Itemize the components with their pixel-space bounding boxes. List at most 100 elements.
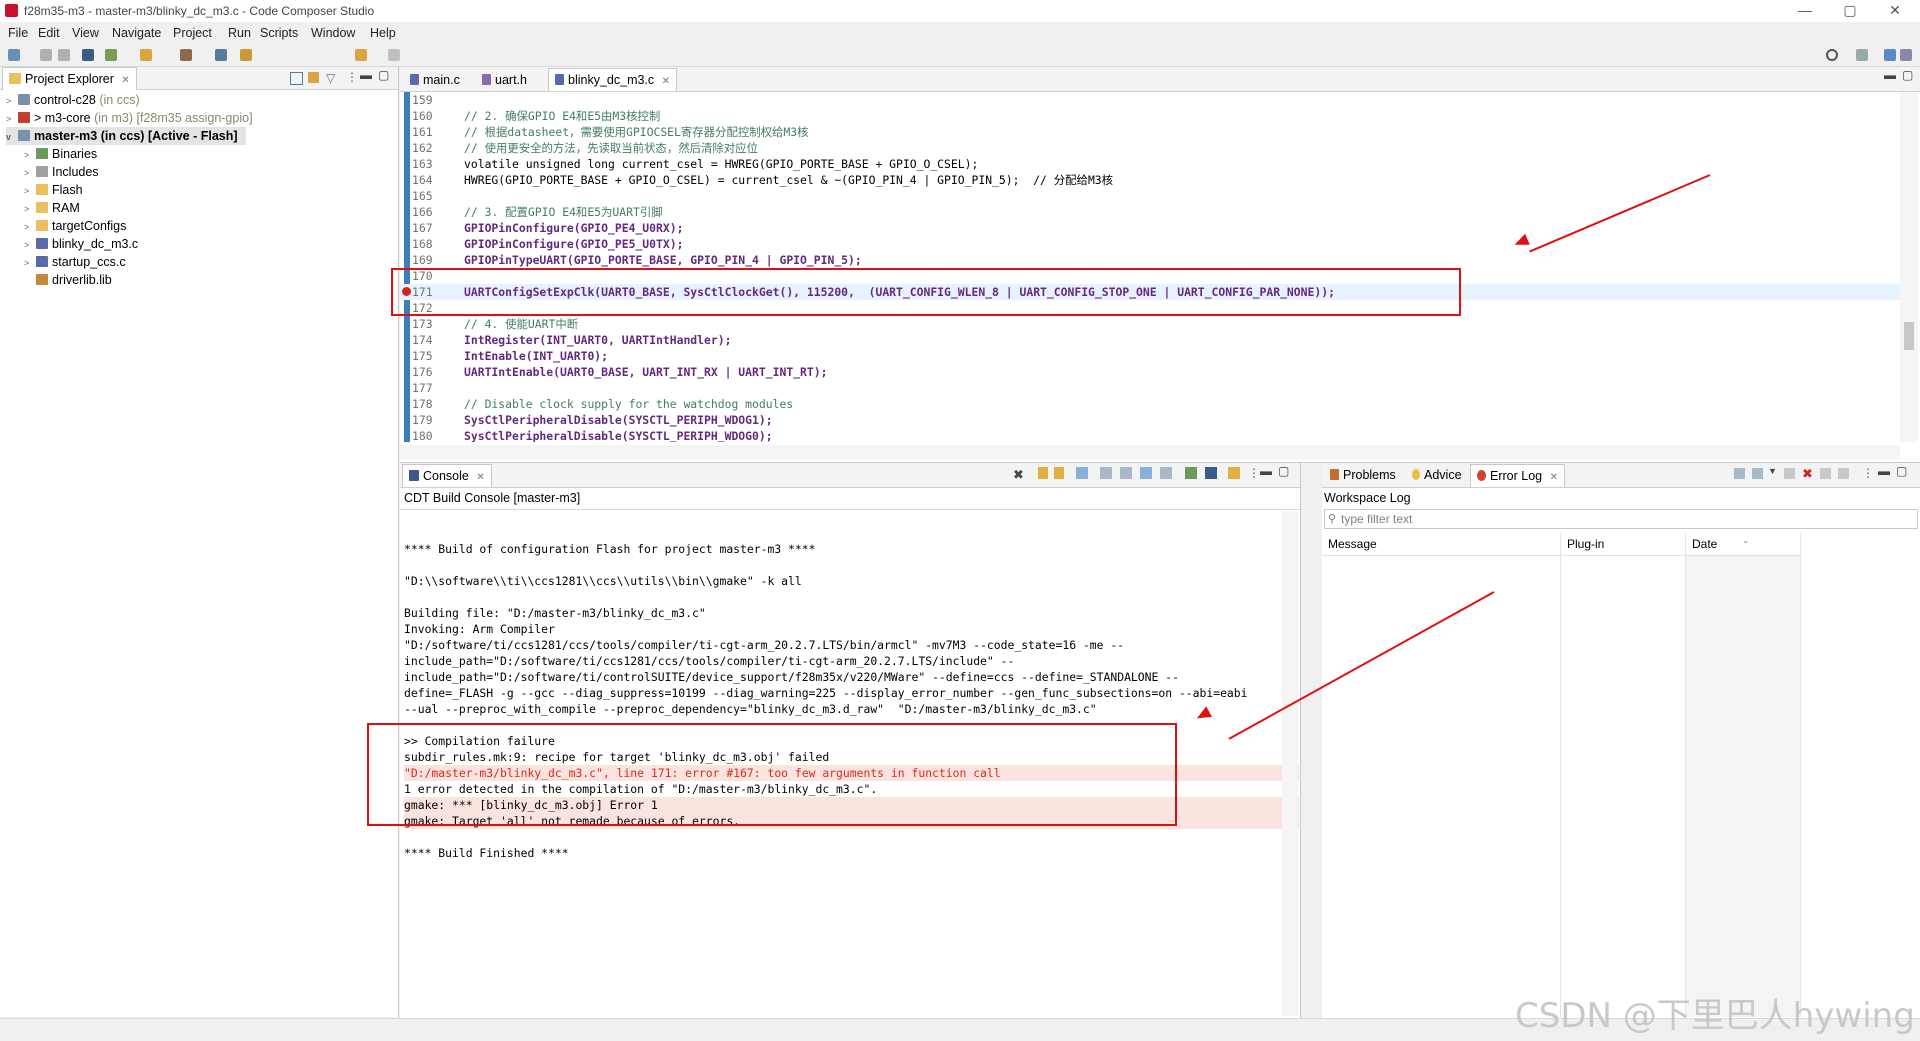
vertical-scrollbar[interactable] [1900,92,1918,442]
tree-item-ram[interactable]: > RAM [24,199,80,217]
chevron-down-icon[interactable]: v [6,128,18,146]
tree-item-driverlib[interactable]: driverlib.lib [24,271,112,289]
tab-project-explorer[interactable]: Project Explorer ✕ [2,67,137,90]
filter-icon[interactable] [1752,468,1763,479]
display-console-icon[interactable] [1205,467,1217,479]
close-icon[interactable]: ✕ [1875,2,1915,19]
ccs-edit-perspective-icon[interactable] [1884,49,1896,61]
minimize-icon[interactable]: ▬ [360,68,372,82]
column-header-plugin[interactable]: Plug-in [1567,537,1604,551]
menu-window[interactable]: Window [311,26,355,40]
chevron-right-icon[interactable]: > [24,146,36,164]
debug-perspective-icon[interactable] [1900,49,1912,61]
clear-log-icon[interactable] [1784,468,1795,479]
tab-uart-h[interactable]: uart.h [476,69,533,91]
column-header-message[interactable]: Message [1328,537,1377,551]
clear-console-icon[interactable]: ✖ [1013,467,1024,483]
nav-back-icon[interactable] [355,49,367,61]
next-error-icon[interactable] [1038,467,1048,479]
filter-field[interactable]: ⚲ type filter text [1324,509,1918,529]
minimize-icon[interactable]: ▬ [1878,464,1890,478]
menu-scripts[interactable]: Scripts [260,26,298,40]
flash-icon[interactable] [240,49,252,61]
restore-log-icon[interactable] [1838,468,1849,479]
tree-item-targetconfigs[interactable]: > targetConfigs [24,217,126,235]
terminal-icon[interactable] [82,49,94,61]
search-icon[interactable] [215,49,227,61]
new-icon[interactable] [8,49,20,61]
chevron-down-icon[interactable]: ▼ [1768,466,1777,476]
minimize-icon[interactable]: — [1785,2,1825,18]
menu-view[interactable]: View [72,26,99,40]
chevron-right-icon[interactable]: > [24,236,36,254]
save-all-icon[interactable] [58,49,70,61]
nav-forward-icon[interactable] [388,49,400,61]
chevron-right-icon[interactable]: > [24,164,36,182]
filter-icon[interactable]: ▽ [326,71,335,85]
column-header-date[interactable]: Date [1692,537,1717,551]
maximize-icon[interactable]: ▢ [1896,464,1907,478]
debug-icon[interactable] [140,49,152,61]
menu-navigate[interactable]: Navigate [112,26,161,40]
tree-item-flash[interactable]: > Flash [24,181,83,199]
chevron-right-icon[interactable]: > [24,254,36,272]
word-wrap-icon[interactable] [1140,467,1152,479]
tree-item-binaries[interactable]: > Binaries [24,145,97,163]
close-icon[interactable]: ✕ [1550,472,1558,483]
minimize-icon[interactable]: ▬ [1260,464,1272,478]
chevron-right-icon[interactable]: > [6,92,18,110]
console-toolbar-icon[interactable] [1100,467,1112,479]
code-area[interactable]: 159 160 // 2. 确保GPIO E4和E5由M3核控制 161 // 根据… [400,92,1900,442]
tab-error-log[interactable]: Error Log ✕ [1470,464,1565,487]
link-editor-icon[interactable] [308,72,319,83]
export-log-icon[interactable] [1734,468,1745,479]
chevron-right-icon[interactable]: > [6,110,18,128]
menu-edit[interactable]: Edit [38,26,60,40]
tools-icon[interactable] [180,49,192,61]
menu-project[interactable]: Project [173,26,212,40]
perspective-icon[interactable] [1856,49,1868,61]
tree-item-control-c28[interactable]: > control-c28 (in ccs) [6,91,140,109]
chevron-right-icon[interactable]: > [24,218,36,236]
menu-help[interactable]: Help [370,26,396,40]
console-toolbar-icon[interactable] [1160,467,1172,479]
tab-advice[interactable]: Advice [1406,464,1468,486]
console-toolbar-icon[interactable] [1076,467,1088,479]
view-menu-icon[interactable]: ⋮ [1248,466,1260,480]
tree-item-master-m3[interactable]: v master-m3 (in ccs) [Active - Flash] [6,127,246,145]
build-icon[interactable] [105,49,117,61]
minimize-icon[interactable]: ▬ [1884,68,1896,82]
menu-file[interactable]: File [8,26,28,40]
tab-problems[interactable]: Problems [1324,464,1402,486]
chevron-right-icon[interactable]: > [24,200,36,218]
tab-blinky-dc-m3-c[interactable]: blinky_dc_m3.c ✕ [548,68,678,91]
tree-item-m3-core[interactable]: > > m3-core (in m3) [f28m35 assign-gpio] [6,109,253,127]
close-icon[interactable]: ✕ [662,76,670,87]
tab-main-c[interactable]: main.c [404,69,466,91]
menu-run[interactable]: Run [228,26,251,40]
open-log-icon[interactable] [1820,468,1831,479]
tab-console[interactable]: Console ✕ [402,464,492,487]
scrollbar-thumb[interactable] [1904,322,1914,350]
search-icon[interactable] [1826,49,1838,61]
delete-log-icon[interactable]: ✖ [1802,466,1813,482]
save-icon[interactable] [40,49,52,61]
chevron-right-icon[interactable]: > [24,182,36,200]
view-menu-icon[interactable]: ⋮ [1862,466,1874,480]
maximize-icon[interactable]: ▢ [1830,2,1870,19]
pin-console-icon[interactable] [1185,467,1197,479]
view-menu-icon[interactable]: ⋮ [346,70,358,84]
horizontal-scrollbar[interactable] [400,445,1900,459]
close-icon[interactable]: ✕ [121,75,129,86]
tree-item-includes[interactable]: > Includes [24,163,99,181]
console-scrollbar[interactable] [1282,511,1298,1016]
collapse-all-icon[interactable] [290,72,303,85]
tree-item-blinky-dc-m3[interactable]: > blinky_dc_m3.c [24,235,138,253]
maximize-icon[interactable]: ▢ [1278,464,1289,478]
tree-item-startup-ccs[interactable]: > startup_ccs.c [24,253,126,271]
close-icon[interactable]: ✕ [476,472,484,483]
console-toolbar-icon[interactable] [1120,467,1132,479]
maximize-icon[interactable]: ▢ [1902,68,1913,82]
maximize-icon[interactable]: ▢ [378,68,389,82]
new-console-icon[interactable] [1228,467,1240,479]
